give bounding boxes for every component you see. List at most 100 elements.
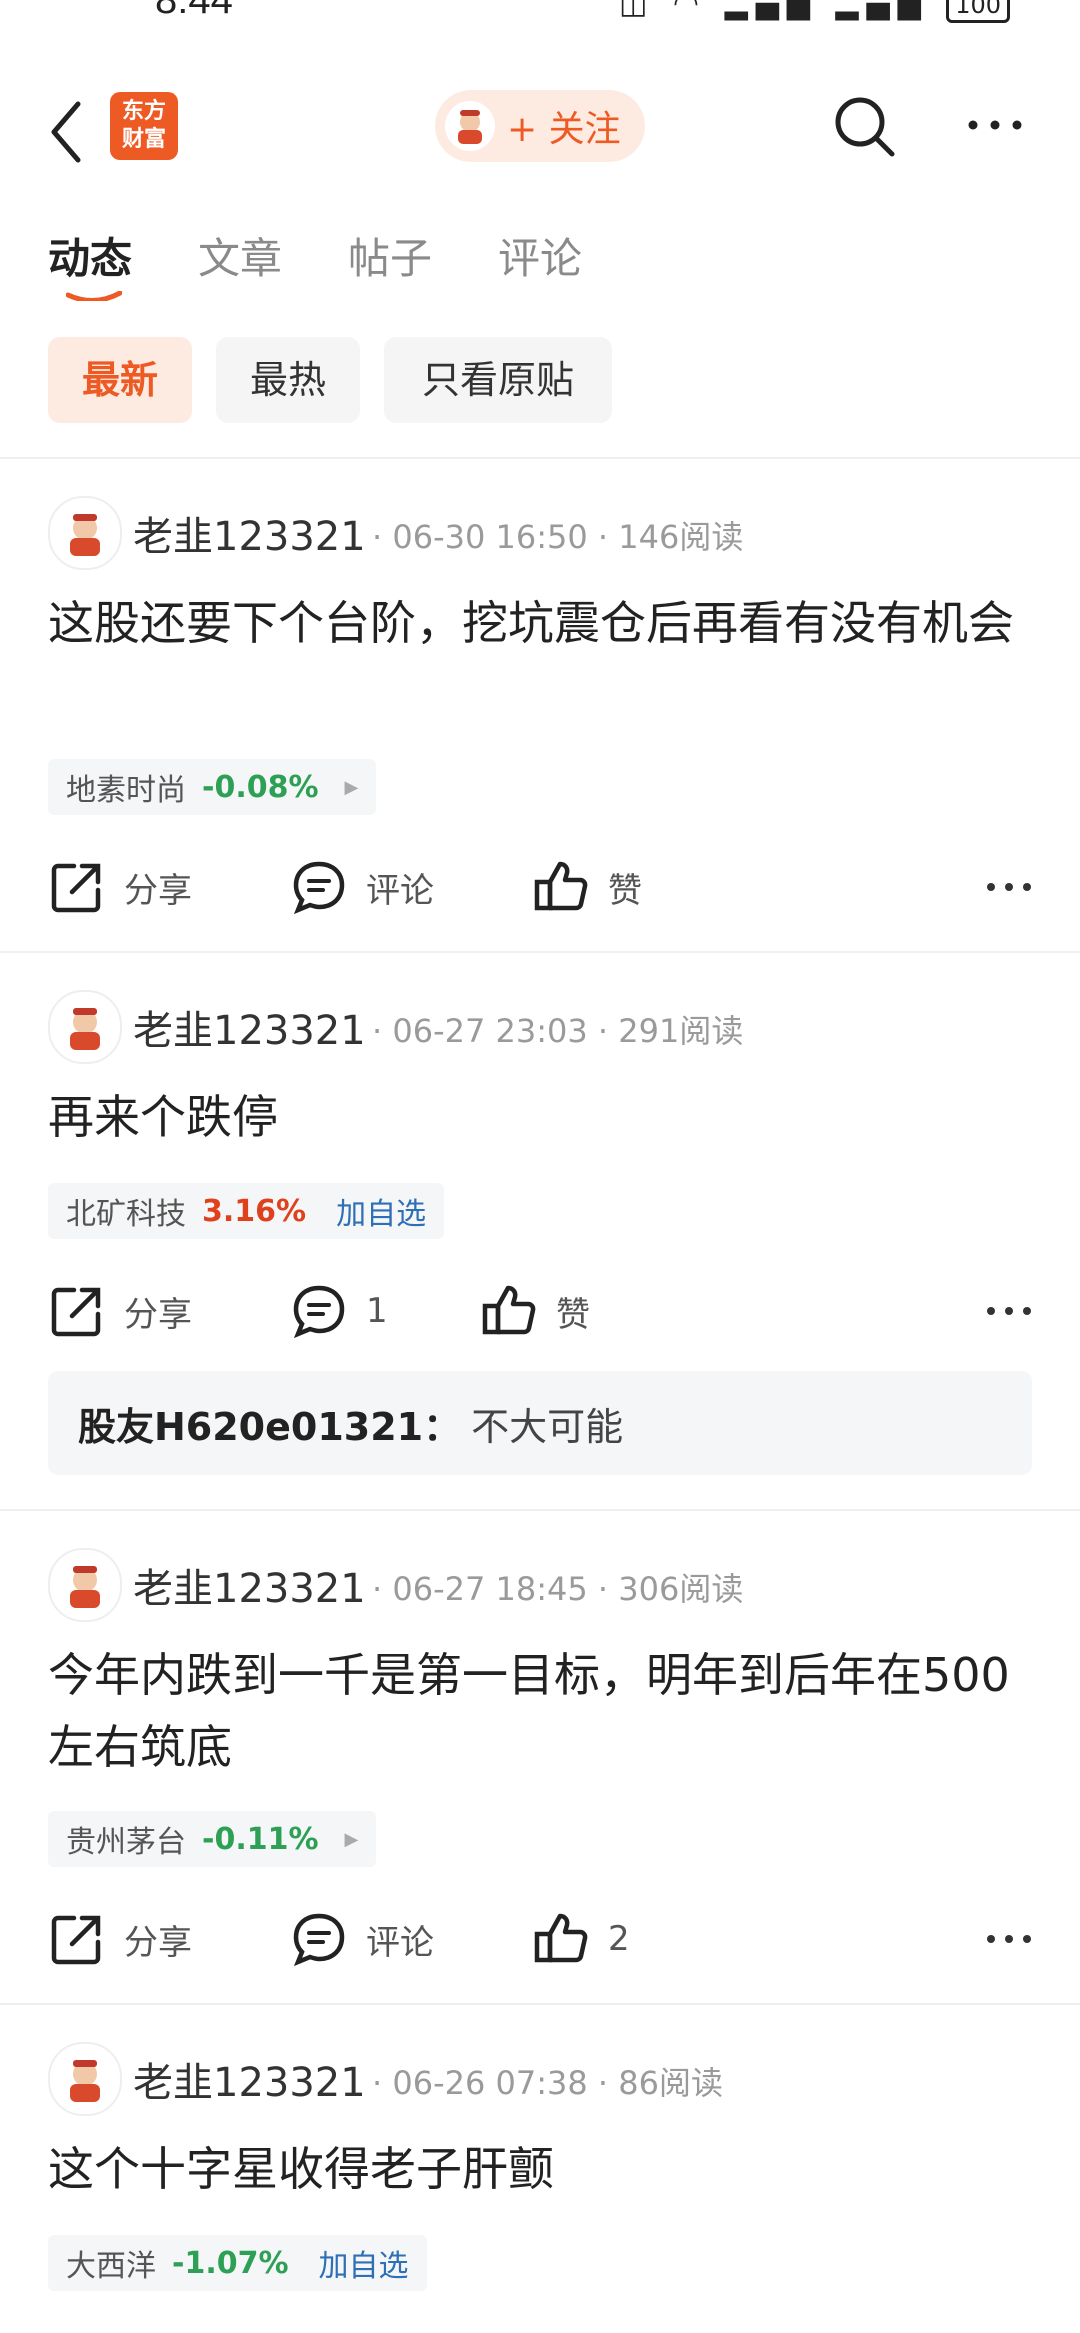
nfc-icon: ◫ [619,0,656,21]
follow-avatar [445,101,495,151]
tab-articles[interactable]: 文章 [198,225,282,286]
comment-preview[interactable]: 股友H620e01321： 不大可能 [48,1371,1032,1475]
add-watchlist-button[interactable]: 加自选 [319,2241,409,2285]
comment-icon [290,1910,348,1968]
status-bar: 8:44 ◫ ◠ ▂▄▆ ▂▄▆ 100 [0,0,1080,40]
post-text[interactable]: 这个十字星收得老子肝颤 [48,2133,1038,2205]
post-reads: 306阅读 [618,1570,744,1608]
post-meta: · 06-26 07:38 · 86阅读 [372,2064,723,2102]
tab-active-indicator [66,291,122,301]
post-author[interactable]: 老韭123321 [133,998,366,1056]
avatar[interactable] [48,2042,122,2116]
divider [0,951,1080,953]
tab-comments[interactable]: 评论 [498,225,582,286]
app-logo: 东方 财富 [110,92,178,160]
post-author[interactable]: 老韭123321 [133,1556,366,1614]
share-icon [48,1282,106,1340]
post-text[interactable]: 今年内跌到一千是第一目标，明年到后年在500左右筑底 [48,1639,1038,1783]
avatar-icon [70,514,100,556]
like-button[interactable]: 赞 [480,1271,590,1351]
stock-tag[interactable]: 贵州茅台 -0.11% ▶ [48,1811,377,1867]
stock-change: -0.08% [202,769,319,805]
filter-hot[interactable]: 最热 [216,337,360,423]
post-meta: · 06-27 18:45 · 306阅读 [372,1570,744,1608]
more-icon [968,120,1022,130]
stock-change: -0.11% [202,1821,319,1857]
add-watchlist-button[interactable]: 加自选 [336,1189,426,1233]
comment-author[interactable]: 股友H620e01321： [78,1396,461,1451]
signal-icon: ▂▄▆ [724,0,818,21]
avatar-icon [458,110,482,144]
status-time: 8:44 [155,0,233,22]
share-button[interactable]: 分享 [48,847,192,927]
stock-name: 地素时尚 [66,773,186,808]
divider [0,1509,1080,1511]
post-text[interactable]: 再来个跌停 [48,1081,1038,1153]
comment-button[interactable]: 评论 [290,1899,434,1979]
post-date: 06-30 16:50 [392,518,588,556]
wifi-icon: ◠ [672,0,708,21]
more-icon [987,883,1031,891]
share-button[interactable]: 分享 [48,1899,192,1979]
share-button[interactable]: 分享 [48,1271,192,1351]
back-arrow-icon [51,101,81,163]
share-label: 分享 [124,1294,192,1335]
play-arrow-icon: ▶ [344,776,359,798]
avatar[interactable] [48,990,122,1064]
stock-tag[interactable]: 大西洋 -1.07% 加自选 [48,2235,427,2291]
header-bar: 东方 财富 + 关注 [0,80,1080,190]
play-arrow-icon: ▶ [344,1828,359,1850]
back-button[interactable] [44,92,94,172]
like-button[interactable]: 赞 [532,847,642,927]
tab-dynamic[interactable]: 动态 [48,225,132,286]
battery-icon: 100 [946,0,1010,23]
comment-label: 评论 [366,1922,434,1963]
like-icon [480,1282,538,1340]
post-author[interactable]: 老韭123321 [133,2050,366,2108]
comment-icon [290,858,348,916]
like-button[interactable]: 2 [532,1899,630,1979]
signal-icon-2: ▂▄▆ [835,0,929,21]
avatar[interactable] [48,1548,122,1622]
post-more-button[interactable] [984,1921,1034,1957]
more-menu-button[interactable] [965,110,1025,140]
share-icon [48,858,106,916]
search-button[interactable] [830,92,900,162]
post-actions: 分享 1 赞 [0,1271,1080,1351]
post-more-button[interactable] [984,1293,1034,1329]
post-meta: · 06-30 16:50 · 146阅读 [372,518,744,556]
logo-text-bottom: 财富 [121,127,166,152]
share-label: 分享 [124,1922,192,1963]
comment-icon [290,1282,348,1340]
post-reads: 291阅读 [618,1012,744,1050]
post-text[interactable]: 这股还要下个台阶，挖坑震仓后再看有没有机会 [48,587,1038,659]
more-icon [987,1307,1031,1315]
stock-name: 北矿科技 [66,1197,186,1232]
filter-latest[interactable]: 最新 [48,337,192,423]
divider [0,457,1080,459]
tab-posts[interactable]: 帖子 [348,225,432,286]
stock-tag[interactable]: 地素时尚 -0.08% ▶ [48,759,377,815]
divider [0,2003,1080,2005]
follow-button[interactable]: + 关注 [435,90,645,162]
comment-count: 1 [366,1291,388,1331]
post-author[interactable]: 老韭123321 [133,504,366,562]
status-icons: ◫ ◠ ▂▄▆ ▂▄▆ 100 [619,0,1010,23]
comment-text: 不大可能 [471,1404,624,1449]
post-more-button[interactable] [984,869,1034,905]
filter-original-only[interactable]: 只看原贴 [384,337,612,423]
share-icon [48,1910,106,1968]
logo-text-top: 东方 [121,99,166,124]
avatar[interactable] [48,496,122,570]
post-date: 06-27 18:45 [392,1570,588,1608]
post-date: 06-27 23:03 [392,1012,588,1050]
comment-label: 评论 [366,870,434,911]
post-reads: 146阅读 [618,518,744,556]
avatar-icon [70,2060,100,2102]
stock-change: -1.07% [172,2245,289,2281]
stock-tag[interactable]: 北矿科技 3.16% 加自选 [48,1183,445,1239]
comment-button[interactable]: 1 [290,1271,388,1351]
comment-button[interactable]: 评论 [290,847,434,927]
stock-change: 3.16% [202,1193,307,1229]
follow-label: + 关注 [507,109,621,150]
